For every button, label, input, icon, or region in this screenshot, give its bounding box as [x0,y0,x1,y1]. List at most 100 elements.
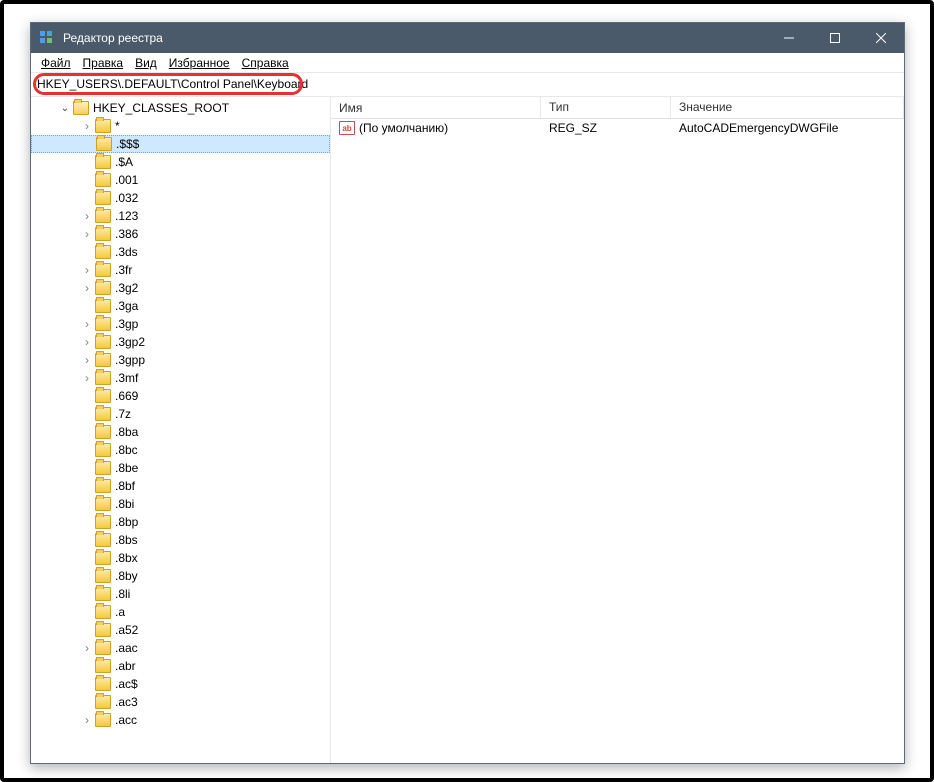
value-type: REG_SZ [541,121,671,135]
node-label: .acc [115,713,137,727]
header-value[interactable]: Значение [671,97,904,118]
menu-favorites[interactable]: Избранное [163,54,236,72]
tree-node[interactable]: .8bs [31,531,330,549]
folder-icon [95,695,111,709]
folder-icon [95,191,111,205]
tree-node[interactable]: .$A [31,153,330,171]
maximize-button[interactable] [812,23,858,53]
expander-icon[interactable] [79,281,95,295]
menu-help[interactable]: Справка [236,54,295,72]
expander-icon[interactable] [79,263,95,277]
expander-icon[interactable] [79,119,95,133]
tree-node[interactable]: .$$$ [31,135,330,153]
folder-icon [95,659,111,673]
node-label: .8li [115,587,130,601]
tree-node[interactable]: .aac [31,639,330,657]
header-type[interactable]: Тип [541,97,671,118]
tree-node[interactable]: .8be [31,459,330,477]
expander-icon[interactable] [79,713,95,727]
menu-edit[interactable]: Правка [77,54,130,72]
node-label: .abr [115,659,136,673]
node-label: .386 [115,227,138,241]
tree-node[interactable]: .8li [31,585,330,603]
node-label: .3mf [115,371,138,385]
folder-icon [95,623,111,637]
node-label: .8bc [115,443,138,457]
tree-node[interactable]: * [31,117,330,135]
node-label: .$A [115,155,133,169]
tree-node[interactable]: .3gp2 [31,333,330,351]
tree-node[interactable]: .3mf [31,369,330,387]
folder-icon [95,569,111,583]
tree-node[interactable]: .386 [31,225,330,243]
string-value-icon: ab [339,121,355,135]
tree-node[interactable]: .3ds [31,243,330,261]
tree-node[interactable]: .001 [31,171,330,189]
node-label: * [115,119,120,133]
folder-icon [95,515,111,529]
node-label: .$$$ [116,137,139,151]
menu-view[interactable]: Вид [129,54,163,72]
node-label: .669 [115,389,138,403]
folder-icon [95,497,111,511]
node-label: .ac3 [115,695,138,709]
tree-node[interactable]: .3g2 [31,279,330,297]
expander-icon[interactable] [79,317,95,331]
tree-node[interactable]: .a52 [31,621,330,639]
tree-node[interactable]: .abr [31,657,330,675]
header-name[interactable]: Имя [331,97,541,118]
tree-node[interactable]: .3gp [31,315,330,333]
expander-icon[interactable] [79,227,95,241]
expander-icon[interactable] [79,371,95,385]
titlebar[interactable]: Редактор реестра [31,23,904,53]
folder-icon [95,227,111,241]
tree-node[interactable]: .8bx [31,549,330,567]
tree-node[interactable]: .8ba [31,423,330,441]
node-label: .aac [115,641,138,655]
tree-node[interactable]: .123 [31,207,330,225]
expander-icon[interactable] [79,209,95,223]
tree-node[interactable]: .ac3 [31,693,330,711]
list-row[interactable]: ab(По умолчанию)REG_SZAutoCADEmergencyDW… [331,119,904,137]
tree-node[interactable]: .8bi [31,495,330,513]
value-data: AutoCADEmergencyDWGFile [671,121,904,135]
folder-icon [95,335,111,349]
node-label: .3gp2 [115,335,145,349]
addressbar-container [31,73,904,97]
tree-node[interactable]: .3fr [31,261,330,279]
tree-node[interactable]: .acc [31,711,330,729]
node-label: .3gp [115,317,138,331]
tree-root-node[interactable]: HKEY_CLASSES_ROOT [31,99,330,117]
tree-node[interactable]: .8bc [31,441,330,459]
close-button[interactable] [858,23,904,53]
expander-icon[interactable] [79,641,95,655]
list-body[interactable]: ab(По умолчанию)REG_SZAutoCADEmergencyDW… [331,119,904,763]
tree-scroll[interactable]: HKEY_CLASSES_ROOT * .$$$ .$A .001.032.123 .38… [31,97,330,763]
tree-node[interactable]: .669 [31,387,330,405]
tree-node[interactable]: .3gpp [31,351,330,369]
folder-icon [96,137,112,151]
menu-file[interactable]: Файл [35,54,77,72]
expander-icon[interactable] [79,353,95,367]
tree-node[interactable]: .a [31,603,330,621]
node-label: .a [115,605,125,619]
folder-icon [95,371,111,385]
minimize-button[interactable] [766,23,812,53]
node-label: .a52 [115,623,138,637]
folder-icon [95,533,111,547]
tree-node[interactable]: .7z [31,405,330,423]
tree-node[interactable]: .032 [31,189,330,207]
tree-node[interactable]: .8by [31,567,330,585]
address-input[interactable] [31,73,904,95]
expander-icon[interactable] [79,335,95,349]
tree-node[interactable]: .8bp [31,513,330,531]
tree-node[interactable]: .8bf [31,477,330,495]
expander-icon[interactable] [57,103,73,114]
folder-icon [95,407,111,421]
folder-icon [95,317,111,331]
tree-node[interactable]: .3ga [31,297,330,315]
folder-icon [95,263,111,277]
tree-node[interactable]: .ac$ [31,675,330,693]
folder-icon [95,173,111,187]
folder-icon [95,425,111,439]
